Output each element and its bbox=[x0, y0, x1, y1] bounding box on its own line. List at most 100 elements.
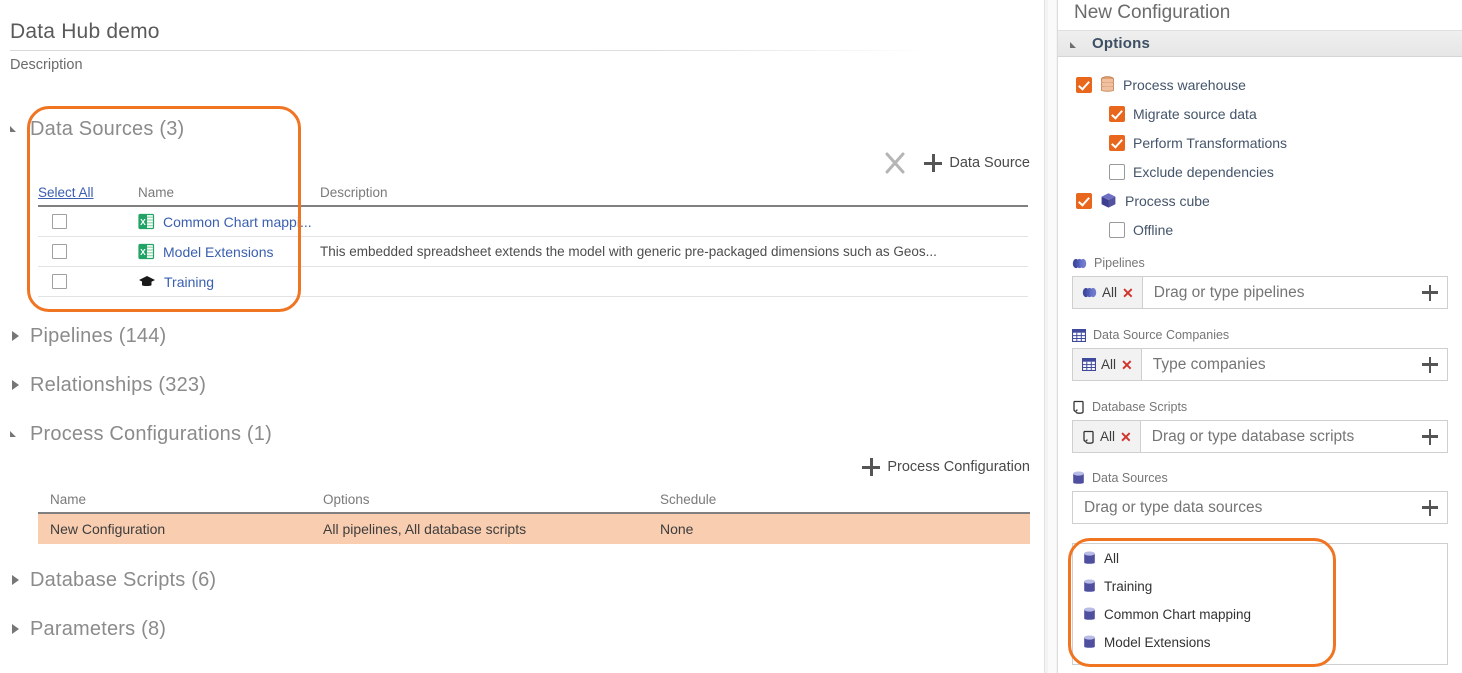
list-item[interactable]: All bbox=[1073, 544, 1447, 572]
checkbox-checked[interactable] bbox=[1076, 192, 1092, 209]
section-header-relationships[interactable]: Relationships (323) bbox=[10, 374, 206, 397]
cylinder-icon bbox=[1083, 551, 1096, 566]
companies-input[interactable] bbox=[1141, 354, 1413, 375]
caret-down-icon[interactable] bbox=[10, 429, 22, 441]
caret-down-icon[interactable] bbox=[10, 124, 22, 136]
option-offline[interactable]: Offline bbox=[1058, 215, 1462, 244]
add-company-button[interactable] bbox=[1413, 356, 1447, 373]
chip-remove-icon[interactable]: ✕ bbox=[1120, 430, 1132, 444]
app-root: Data Hub demo Description Data Sources (… bbox=[0, 0, 1462, 673]
options-list: Process warehouse Migrate source data Pe… bbox=[1058, 70, 1462, 244]
row-name-link[interactable]: Training bbox=[164, 274, 214, 290]
options-section-header[interactable]: Options bbox=[1058, 30, 1462, 57]
excel-icon: X bbox=[138, 213, 155, 230]
add-database-script-button[interactable] bbox=[1413, 428, 1447, 445]
row-description-cell: This embedded spreadsheet extends the mo… bbox=[320, 244, 937, 259]
chip-all[interactable]: All ✕ bbox=[1073, 277, 1143, 308]
chip-remove-icon[interactable]: ✕ bbox=[1121, 358, 1133, 372]
option-perform-transformations[interactable]: Perform Transformations bbox=[1058, 128, 1462, 157]
option-label: Exclude dependencies bbox=[1133, 163, 1274, 180]
select-all-link[interactable]: Select All bbox=[38, 185, 94, 200]
caret-down-icon[interactable] bbox=[1070, 41, 1082, 48]
checkbox-unchecked[interactable] bbox=[1109, 163, 1125, 180]
row-checkbox[interactable] bbox=[52, 274, 67, 289]
plus-icon bbox=[1422, 356, 1438, 373]
section-header-database-scripts[interactable]: Database Scripts (6) bbox=[10, 569, 216, 592]
table-header: Name Options Schedule bbox=[38, 492, 1030, 514]
section-label: Process Configurations (1) bbox=[30, 423, 272, 445]
option-label: Process warehouse bbox=[1123, 76, 1246, 93]
option-label: Process cube bbox=[1125, 192, 1210, 209]
table-row[interactable]: X Common Chart mappi... bbox=[38, 207, 1028, 237]
row-name-cell: Training bbox=[138, 274, 320, 290]
pipelines-input[interactable] bbox=[1142, 282, 1413, 303]
section-header-data-sources[interactable]: Data Sources (3) bbox=[10, 118, 184, 141]
field-data-sources: Data Sources bbox=[1072, 468, 1448, 524]
column-schedule: Schedule bbox=[660, 492, 717, 507]
checkbox-unchecked[interactable] bbox=[1109, 221, 1125, 238]
checkbox-checked[interactable] bbox=[1109, 134, 1125, 151]
page-title: Data Hub demo bbox=[10, 20, 160, 43]
field-box[interactable]: All ✕ bbox=[1072, 276, 1448, 309]
chip-all[interactable]: All ✕ bbox=[1073, 421, 1141, 452]
add-process-configuration-button[interactable]: Process Configuration bbox=[862, 458, 1030, 476]
list-item[interactable]: Common Chart mapping bbox=[1073, 600, 1447, 628]
field-box[interactable]: All ✕ bbox=[1072, 420, 1448, 453]
description-label: Description bbox=[10, 57, 83, 73]
caret-right-icon[interactable] bbox=[10, 623, 22, 636]
table-row[interactable]: X Model Extensions This embedded spreads… bbox=[38, 237, 1028, 267]
field-database-scripts: Database Scripts All ✕ bbox=[1072, 397, 1448, 453]
table-header: Select All Name Description bbox=[38, 185, 1028, 207]
svg-text:X: X bbox=[140, 247, 146, 257]
chip-label: All bbox=[1102, 285, 1118, 300]
option-migrate-source-data[interactable]: Migrate source data bbox=[1058, 99, 1462, 128]
list-item[interactable]: Training bbox=[1073, 572, 1447, 600]
checkbox-checked[interactable] bbox=[1076, 76, 1092, 93]
chip-label: All bbox=[1101, 357, 1117, 372]
row-name-link[interactable]: Common Chart mappi... bbox=[163, 214, 312, 230]
list-item[interactable]: Model Extensions bbox=[1073, 628, 1447, 656]
row-name-cell: X Common Chart mappi... bbox=[138, 213, 320, 230]
field-label-row: Data Source Companies bbox=[1072, 325, 1448, 345]
plus-icon bbox=[1422, 428, 1438, 445]
section-header-pipelines[interactable]: Pipelines (144) bbox=[10, 325, 166, 348]
title-divider bbox=[10, 50, 930, 51]
row-checkbox[interactable] bbox=[52, 214, 67, 229]
database-scripts-input[interactable] bbox=[1140, 426, 1413, 447]
add-data-source-button-right[interactable] bbox=[1413, 499, 1447, 516]
option-process-warehouse[interactable]: Process warehouse bbox=[1058, 70, 1462, 99]
field-box[interactable]: All ✕ bbox=[1072, 348, 1448, 381]
field-label: Pipelines bbox=[1094, 256, 1145, 270]
field-label: Data Source Companies bbox=[1093, 328, 1230, 342]
pane-divider-scrollbar[interactable] bbox=[1044, 0, 1058, 673]
checkbox-checked[interactable] bbox=[1109, 105, 1125, 122]
field-box[interactable] bbox=[1072, 491, 1448, 524]
table-row[interactable]: New Configuration All pipelines, All dat… bbox=[38, 514, 1030, 544]
option-process-cube[interactable]: Process cube bbox=[1058, 186, 1462, 215]
row-checkbox[interactable] bbox=[52, 244, 67, 259]
add-pipeline-button[interactable] bbox=[1413, 284, 1447, 301]
data-sources-input[interactable] bbox=[1073, 497, 1413, 518]
chip-all[interactable]: All ✕ bbox=[1073, 349, 1142, 380]
caret-right-icon[interactable] bbox=[10, 330, 22, 343]
option-exclude-dependencies[interactable]: Exclude dependencies bbox=[1058, 157, 1462, 186]
grid-icon bbox=[1072, 328, 1086, 342]
scrollbar-track[interactable] bbox=[1048, 0, 1056, 673]
section-header-parameters[interactable]: Parameters (8) bbox=[10, 618, 166, 641]
section-header-process-configurations[interactable]: Process Configurations (1) bbox=[10, 423, 272, 446]
add-data-source-label: Data Source bbox=[949, 155, 1030, 171]
add-data-source-button[interactable]: Data Source bbox=[924, 154, 1030, 172]
option-label: Offline bbox=[1133, 221, 1174, 238]
x-icon[interactable] bbox=[882, 150, 908, 176]
row-schedule-cell: None bbox=[660, 521, 694, 537]
cylinder-icon bbox=[1083, 579, 1096, 594]
process-configurations-toolbar: Process Configuration bbox=[862, 458, 1030, 476]
chip-remove-icon[interactable]: ✕ bbox=[1122, 286, 1134, 300]
section-label: Parameters (8) bbox=[30, 618, 167, 640]
data-sources-suggestion-list[interactable]: All Training Common Chart mapping Model … bbox=[1072, 543, 1448, 665]
row-name-link[interactable]: Model Extensions bbox=[163, 244, 274, 260]
add-process-configuration-label: Process Configuration bbox=[887, 459, 1030, 475]
caret-right-icon[interactable] bbox=[10, 574, 22, 587]
caret-right-icon[interactable] bbox=[10, 379, 22, 392]
table-row[interactable]: Training bbox=[38, 267, 1028, 297]
